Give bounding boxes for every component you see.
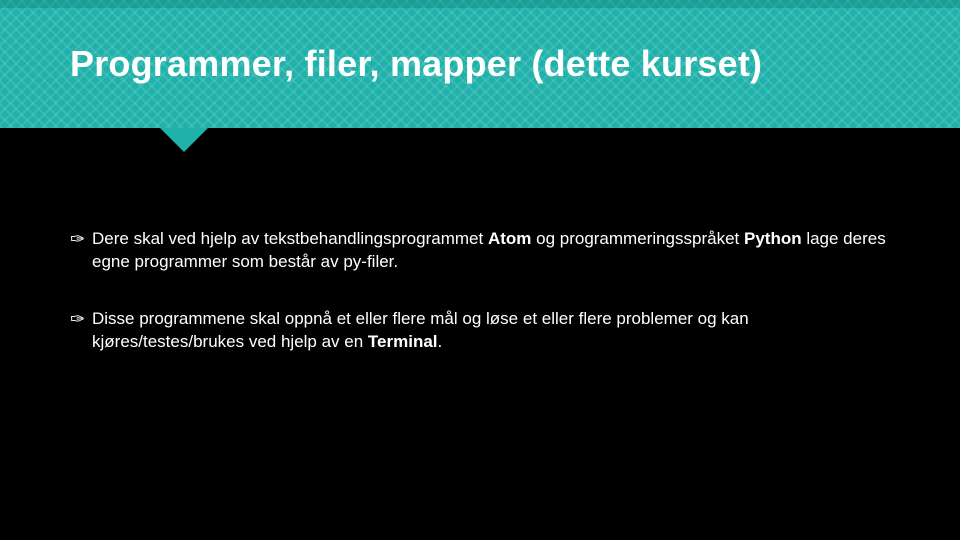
- bullet-text: Dere skal ved hjelp av tekstbehandlingsp…: [92, 228, 890, 274]
- list-item: ✑ Dere skal ved hjelp av tekstbehandling…: [70, 228, 890, 274]
- title-pointer: [160, 128, 208, 152]
- text-run: og programmeringsspråket: [531, 229, 744, 248]
- bullet-icon: ✑: [70, 229, 92, 251]
- text-bold: Atom: [488, 229, 531, 248]
- slide-body: ✑ Dere skal ved hjelp av tekstbehandling…: [0, 128, 960, 354]
- text-bold: Python: [744, 229, 802, 248]
- text-run: .: [438, 332, 443, 351]
- bullet-icon: ✑: [70, 309, 92, 331]
- list-item: ✑ Disse programmene skal oppnå et eller …: [70, 308, 890, 354]
- title-band: Programmer, filer, mapper (dette kurset): [0, 0, 960, 128]
- text-bold: Terminal: [368, 332, 438, 351]
- text-run: Dere skal ved hjelp av tekstbehandlingsp…: [92, 229, 488, 248]
- bullet-text: Disse programmene skal oppnå et eller fl…: [92, 308, 890, 354]
- slide-title: Programmer, filer, mapper (dette kurset): [70, 43, 762, 85]
